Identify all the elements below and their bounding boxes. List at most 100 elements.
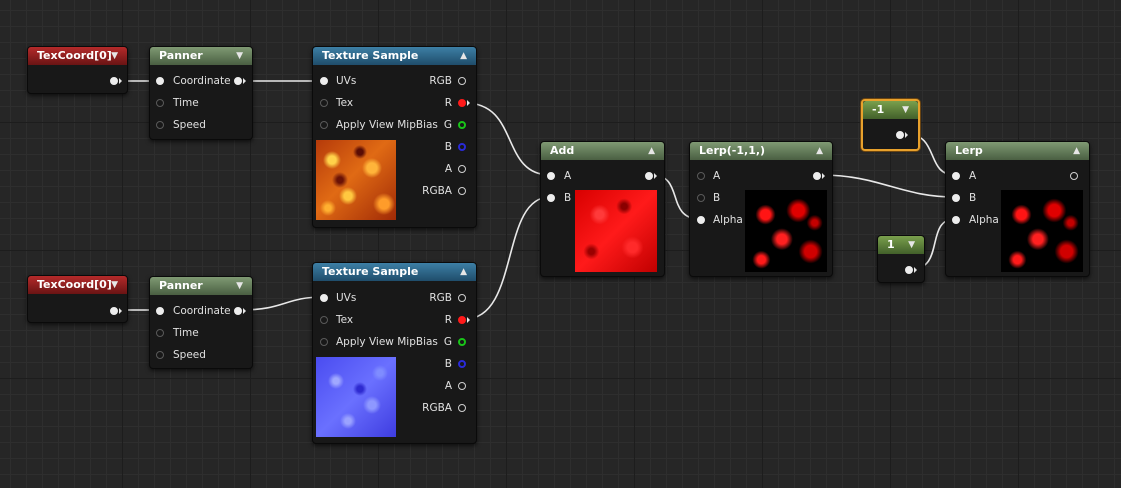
output-pin-rgb[interactable]	[458, 294, 466, 302]
texture-sample-node-2[interactable]: Texture Sample ▲ UVs Tex Apply View MipB…	[312, 262, 477, 444]
collapse-triangle-icon[interactable]: ▼	[908, 236, 915, 254]
input-pin-mipbias[interactable]	[320, 121, 328, 129]
input-pin-speed[interactable]	[156, 351, 164, 359]
output-pin[interactable]	[110, 307, 118, 315]
pin-label-uvs: UVs	[336, 292, 357, 304]
texture-preview-red-mask	[1001, 190, 1083, 272]
pin-label-a: A	[444, 380, 452, 392]
output-pin-b[interactable]	[458, 143, 466, 151]
output-arrow-icon	[914, 267, 917, 273]
collapse-triangle-icon[interactable]: ▼	[236, 47, 243, 65]
collapse-triangle-icon[interactable]: ▲	[460, 263, 467, 281]
wire-panner2-texsample2	[240, 296, 324, 311]
collapse-triangle-icon[interactable]: ▲	[648, 142, 655, 160]
output-pin[interactable]	[110, 77, 118, 85]
node-header[interactable]: Texture Sample ▲	[313, 47, 476, 65]
texture-sample-node-1[interactable]: Texture Sample ▲ UVs Tex Apply View MipB…	[312, 46, 477, 228]
input-pin-mipbias[interactable]	[320, 338, 328, 346]
output-pin-rgba[interactable]	[458, 187, 466, 195]
constant-node-neg1[interactable]: -1 ▼	[861, 99, 920, 151]
pin-label-speed: Speed	[173, 349, 206, 361]
node-title: Texture Sample	[322, 49, 419, 62]
wire-texsample2-add	[464, 196, 551, 320]
input-pin-alpha[interactable]	[952, 216, 960, 224]
output-arrow-icon	[822, 173, 825, 179]
pin-label-r: R	[444, 97, 452, 109]
output-pin-b[interactable]	[458, 360, 466, 368]
output-pin-rgba[interactable]	[458, 404, 466, 412]
output-pin[interactable]	[813, 172, 821, 180]
node-title: TexCoord[0]	[37, 49, 112, 62]
panner-node-2[interactable]: Panner ▼ Coordinate Time Speed	[149, 276, 253, 369]
input-pin-uvs[interactable]	[320, 77, 328, 85]
input-pin-tex[interactable]	[320, 99, 328, 107]
lerp-custom-node[interactable]: Lerp(-1,1,) ▲ A B Alpha	[689, 141, 833, 277]
constant-node-1[interactable]: 1 ▼	[877, 235, 925, 283]
add-node[interactable]: Add ▲ A B	[540, 141, 665, 277]
texture-preview-red-mask	[745, 190, 827, 272]
pin-label-a: A	[444, 163, 452, 175]
input-pin-alpha[interactable]	[697, 216, 705, 224]
pin-label-uvs: UVs	[336, 75, 357, 87]
output-pin-a[interactable]	[458, 382, 466, 390]
input-pin-a[interactable]	[697, 172, 705, 180]
texcoord-node-1[interactable]: TexCoord[0] ▼	[27, 46, 128, 94]
node-header[interactable]: -1 ▼	[863, 101, 918, 119]
node-header[interactable]: Panner ▼	[150, 47, 252, 65]
collapse-triangle-icon[interactable]: ▼	[111, 276, 118, 294]
pin-label-alpha: Alpha	[969, 214, 999, 226]
output-pin-r[interactable]	[458, 316, 466, 324]
texture-preview-red	[575, 190, 657, 272]
pin-label-speed: Speed	[173, 119, 206, 131]
output-pin-r[interactable]	[458, 99, 466, 107]
node-title: Texture Sample	[322, 265, 419, 278]
node-header[interactable]: Lerp(-1,1,) ▲	[690, 142, 832, 160]
output-pin[interactable]	[1070, 172, 1078, 180]
node-header[interactable]: Panner ▼	[150, 277, 252, 295]
output-pin-g[interactable]	[458, 121, 466, 129]
collapse-triangle-icon[interactable]: ▲	[1073, 142, 1080, 160]
output-pin[interactable]	[234, 77, 242, 85]
panner-node-1[interactable]: Panner ▼ Coordinate Time Speed	[149, 46, 253, 140]
input-pin-time[interactable]	[156, 99, 164, 107]
collapse-triangle-icon[interactable]: ▲	[816, 142, 823, 160]
pin-label-b: B	[444, 141, 452, 153]
collapse-triangle-icon[interactable]: ▼	[236, 277, 243, 295]
pin-label-b: B	[564, 192, 572, 204]
lerp-node[interactable]: Lerp ▲ A B Alpha	[945, 141, 1090, 277]
input-pin-time[interactable]	[156, 329, 164, 337]
input-pin-coordinate[interactable]	[156, 307, 164, 315]
output-pin-rgb[interactable]	[458, 77, 466, 85]
collapse-triangle-icon[interactable]: ▲	[460, 47, 467, 65]
input-pin-b[interactable]	[547, 194, 555, 202]
output-arrow-icon	[905, 132, 908, 138]
input-pin-b[interactable]	[697, 194, 705, 202]
output-pin-g[interactable]	[458, 338, 466, 346]
texture-preview-fire	[316, 140, 396, 220]
pin-label-b: B	[969, 192, 977, 204]
texcoord-node-2[interactable]: TexCoord[0] ▼	[27, 275, 128, 323]
input-pin-speed[interactable]	[156, 121, 164, 129]
node-header[interactable]: TexCoord[0] ▼	[28, 47, 127, 65]
texture-preview-normal-map	[316, 357, 396, 437]
output-pin-a[interactable]	[458, 165, 466, 173]
node-header[interactable]: TexCoord[0] ▼	[28, 276, 127, 294]
node-header[interactable]: 1 ▼	[878, 236, 924, 254]
input-pin-a[interactable]	[952, 172, 960, 180]
node-header[interactable]: Texture Sample ▲	[313, 263, 476, 281]
input-pin-tex[interactable]	[320, 316, 328, 324]
input-pin-a[interactable]	[547, 172, 555, 180]
output-pin[interactable]	[645, 172, 653, 180]
output-pin[interactable]	[896, 131, 904, 139]
pin-label-time: Time	[173, 97, 199, 109]
input-pin-uvs[interactable]	[320, 294, 328, 302]
node-header[interactable]: Add ▲	[541, 142, 664, 160]
pin-label-rgba: RGBA	[422, 185, 452, 197]
node-header[interactable]: Lerp ▲	[946, 142, 1089, 160]
output-pin[interactable]	[234, 307, 242, 315]
output-pin[interactable]	[905, 266, 913, 274]
collapse-triangle-icon[interactable]: ▼	[111, 47, 118, 65]
collapse-triangle-icon[interactable]: ▼	[902, 101, 909, 119]
input-pin-b[interactable]	[952, 194, 960, 202]
input-pin-coordinate[interactable]	[156, 77, 164, 85]
